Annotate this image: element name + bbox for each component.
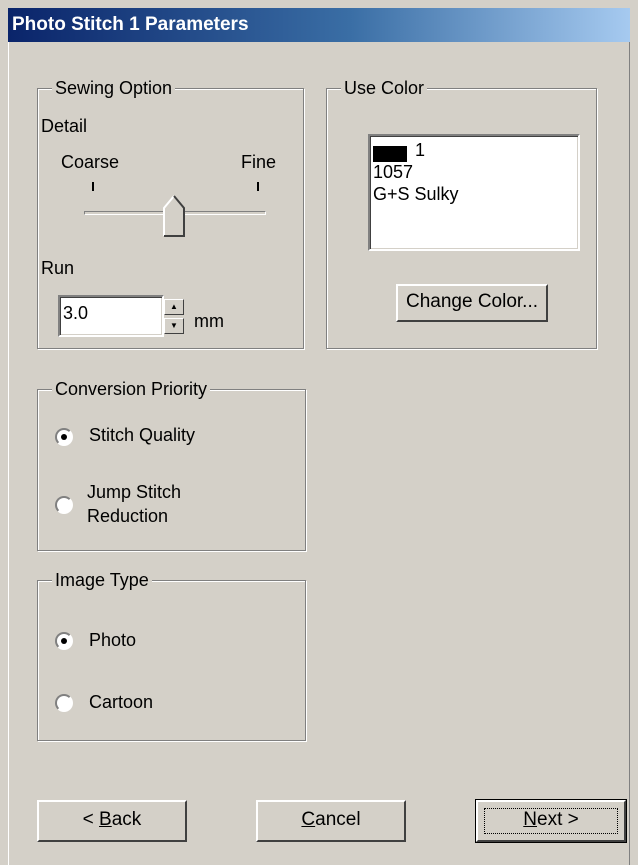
- detail-label: Detail: [41, 116, 88, 136]
- cancel-label: Cancel: [301, 809, 361, 830]
- image-type-legend: Image Type: [52, 569, 152, 591]
- run-input[interactable]: 3.0: [58, 295, 164, 337]
- color-swatch: [373, 146, 407, 162]
- triangle-up-icon: ▲: [170, 302, 178, 311]
- jump-stitch-label-line2[interactable]: Reduction: [87, 506, 168, 527]
- fine-tick: [257, 182, 259, 191]
- color-list-box[interactable]: 1 1057 G+S Sulky: [368, 134, 580, 251]
- window-title: Photo Stitch 1 Parameters: [12, 14, 249, 35]
- photo-label[interactable]: Photo: [89, 630, 136, 651]
- color-brand: G+S Sulky: [373, 184, 459, 204]
- sewing-option-legend: Sewing Option: [52, 77, 176, 99]
- detail-slider-thumb[interactable]: [163, 195, 185, 237]
- title-bar: Photo Stitch 1 Parameters: [8, 8, 630, 42]
- run-spin-down-button[interactable]: ▼: [164, 318, 184, 334]
- stitch-quality-radio[interactable]: [55, 428, 73, 446]
- cartoon-label[interactable]: Cartoon: [89, 692, 153, 713]
- back-button[interactable]: < Back: [37, 800, 187, 842]
- coarse-label: Coarse: [61, 152, 120, 172]
- next-button[interactable]: Next >: [475, 799, 627, 843]
- stitch-quality-label[interactable]: Stitch Quality: [89, 425, 195, 446]
- run-value: 3.0: [63, 303, 89, 323]
- jump-stitch-reduction-radio[interactable]: [55, 496, 73, 514]
- color-code: 1057: [373, 162, 414, 182]
- conversion-priority-group: Conversion Priority: [37, 378, 306, 551]
- focus-rectangle: [484, 808, 618, 834]
- coarse-tick: [92, 182, 94, 191]
- use-color-legend: Use Color: [341, 77, 428, 99]
- jump-stitch-label-line1[interactable]: Jump Stitch: [87, 482, 181, 503]
- conversion-priority-legend: Conversion Priority: [52, 378, 211, 400]
- fine-label: Fine: [241, 152, 277, 172]
- change-color-button[interactable]: Change Color...: [396, 284, 548, 322]
- back-label: < Back: [82, 809, 142, 830]
- color-number: 1: [415, 140, 426, 160]
- photo-radio[interactable]: [55, 632, 73, 650]
- run-spin-up-button[interactable]: ▲: [164, 299, 184, 315]
- cartoon-radio[interactable]: [55, 694, 73, 712]
- run-unit-label: mm: [194, 311, 224, 331]
- image-type-group: Image Type: [37, 569, 306, 741]
- change-color-label: Change Color...: [405, 291, 539, 312]
- triangle-down-icon: ▼: [170, 321, 178, 330]
- run-label: Run: [41, 258, 75, 278]
- cancel-button[interactable]: Cancel: [256, 800, 406, 842]
